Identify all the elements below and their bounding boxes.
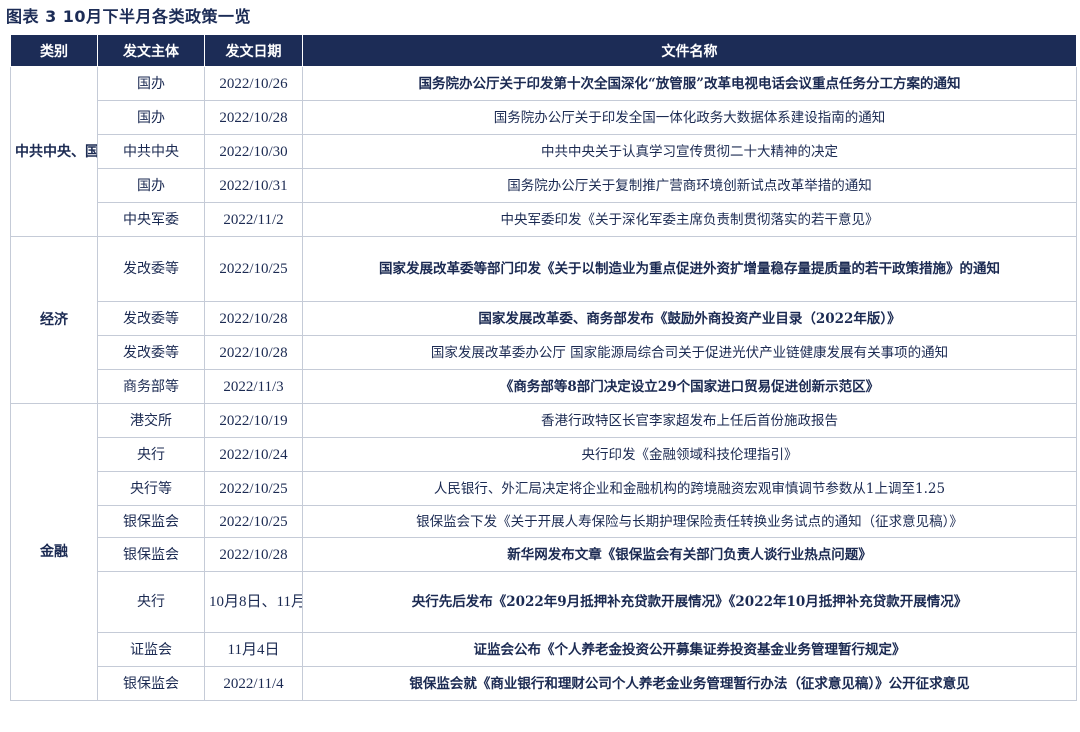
issuer-cell: 中共中央 xyxy=(97,134,205,169)
document-cell: 银保监会就《商业银行和理财公司个人养老金业务管理暂行办法（征求意见稿）》公开征求… xyxy=(302,666,1077,701)
issuer-cell: 银保监会 xyxy=(97,537,205,572)
document-cell: 央行先后发布《2022年9月抵押补充贷款开展情况》《2022年10月抵押补充贷款… xyxy=(302,571,1077,633)
issuer-cell: 央行 xyxy=(97,571,205,633)
date-cell: 2022/10/26 xyxy=(204,66,303,101)
header-issuer: 发文主体 xyxy=(97,34,205,67)
date-cell: 2022/10/25 xyxy=(204,505,303,538)
issuer-cell: 证监会 xyxy=(97,632,205,667)
figure-title: 图表 3 10月下半月各类政策一览 xyxy=(6,7,252,26)
table-row: 金融 港交所 2022/10/19 香港行政特区长官李家超发布上任后首份施政报告 xyxy=(10,403,1077,701)
table-row: 发改委等 2022/10/28 国家发展改革委、商务部发布《鼓励外商投资产业目录… xyxy=(11,301,1077,336)
document-cell: 中共中央关于认真学习宣传贯彻二十大精神的决定 xyxy=(302,134,1077,169)
document-cell: 国家发展改革委、商务部发布《鼓励外商投资产业目录（2022年版）》 xyxy=(302,301,1077,336)
issuer-cell: 发改委等 xyxy=(97,301,205,336)
header-date: 发文日期 xyxy=(204,34,303,67)
issuer-cell: 国办 xyxy=(97,66,205,101)
header-category: 类别 xyxy=(10,34,98,67)
date-cell: 2022/11/4 xyxy=(204,666,303,701)
date-cell: 2022/10/30 xyxy=(204,134,303,169)
table-row: 央行 10月8日、11月1日 央行先后发布《2022年9月抵押补充贷款开展情况》… xyxy=(11,571,1077,633)
table-row: 国办 2022/10/31 国务院办公厅关于复制推广营商环境创新试点改革举措的通… xyxy=(11,168,1077,203)
table-row: 银保监会 2022/10/28 新华网发布文章《银保监会有关部门负责人谈行业热点… xyxy=(11,537,1077,572)
document-cell: 证监会公布《个人养老金投资公开募集证券投资基金业务管理暂行规定》 xyxy=(302,632,1077,667)
document-cell: 人民银行、外汇局决定将企业和金融机构的跨境融资宏观审慎调节参数从1上调至1.25 xyxy=(302,471,1077,506)
document-cell: 新华网发布文章《银保监会有关部门负责人谈行业热点问题》 xyxy=(302,537,1077,572)
issuer-cell: 国办 xyxy=(97,100,205,135)
date-cell: 2022/10/28 xyxy=(204,335,303,370)
table-row: 央行 2022/10/24 央行印发《金融领域科技伦理指引》 xyxy=(11,437,1077,472)
document-cell: 国家发展改革委办公厅 国家能源局综合司关于促进光伏产业链健康发展有关事项的通知 xyxy=(302,335,1077,370)
issuer-cell: 商务部等 xyxy=(97,369,205,404)
date-cell: 2022/11/3 xyxy=(204,369,303,404)
table-row: 国办 2022/10/28 国务院办公厅关于印发全国一体化政务大数据体系建设指南… xyxy=(11,100,1077,135)
table-row: 中共中央 2022/10/30 中共中央关于认真学习宣传贯彻二十大精神的决定 xyxy=(11,134,1077,169)
issuer-cell: 国办 xyxy=(97,168,205,203)
issuer-cell: 央行 xyxy=(97,437,205,472)
document-cell: 香港行政特区长官李家超发布上任后首份施政报告 xyxy=(302,403,1077,438)
document-cell: 《商务部等8部门决定设立29个国家进口贸易促进创新示范区》 xyxy=(302,369,1077,404)
date-cell: 10月8日、11月1日 xyxy=(204,571,303,633)
issuer-cell: 银保监会 xyxy=(97,505,205,538)
category-cell: 经济 xyxy=(10,236,98,404)
table-row: 经济 发改委等 2022/10/25 国家发展改革委等部门印发《关于以制造业为重… xyxy=(10,236,1077,404)
date-cell: 11月4日 xyxy=(204,632,303,667)
document-cell: 国务院办公厅关于复制推广营商环境创新试点改革举措的通知 xyxy=(302,168,1077,203)
document-cell: 中央军委印发《关于深化军委主席负责制贯彻落实的若干意见》 xyxy=(302,202,1077,237)
table-row: 银保监会 2022/11/4 银保监会就《商业银行和理财公司个人养老金业务管理暂… xyxy=(11,666,1077,701)
table-row: 证监会 11月4日 证监会公布《个人养老金投资公开募集证券投资基金业务管理暂行规… xyxy=(11,632,1077,667)
category-cell: 金融 xyxy=(10,403,98,701)
issuer-cell: 发改委等 xyxy=(97,335,205,370)
category-cell: 中共中央、国务院 xyxy=(10,66,98,237)
table-row: 商务部等 2022/11/3 《商务部等8部门决定设立29个国家进口贸易促进创新… xyxy=(11,369,1077,404)
table-row: 发改委等 2022/10/28 国家发展改革委办公厅 国家能源局综合司关于促进光… xyxy=(11,335,1077,370)
table-header-row: 类别 发文主体 发文日期 文件名称 xyxy=(10,34,1077,67)
date-cell: 2022/10/19 xyxy=(204,403,303,438)
date-cell: 2022/10/25 xyxy=(204,236,303,302)
document-cell: 国务院办公厅关于印发第十次全国深化“放管服”改革电视电话会议重点任务分工方案的通… xyxy=(302,66,1077,101)
table-row: 中共中央、国务院 国办 2022/10/26 国务院办公厅关于印发第十次全国深化… xyxy=(10,66,1077,237)
table-row: 银保监会 2022/10/25 银保监会下发《关于开展人寿保险与长期护理保险责任… xyxy=(11,505,1077,538)
document-cell: 国务院办公厅关于印发全国一体化政务大数据体系建设指南的通知 xyxy=(302,100,1077,135)
date-cell: 2022/10/31 xyxy=(204,168,303,203)
document-cell: 国家发展改革委等部门印发《关于以制造业为重点促进外资扩增量稳存量提质量的若干政策… xyxy=(302,236,1077,302)
policy-table: 类别 发文主体 发文日期 文件名称 中共中央、国务院 国办 2022/10/26… xyxy=(10,34,1077,701)
header-document: 文件名称 xyxy=(302,34,1077,67)
issuer-cell: 发改委等 xyxy=(97,236,205,302)
issuer-cell: 银保监会 xyxy=(97,666,205,701)
table-row: 中央军委 2022/11/2 中央军委印发《关于深化军委主席负责制贯彻落实的若干… xyxy=(11,202,1077,237)
date-cell: 2022/10/28 xyxy=(204,301,303,336)
document-cell: 央行印发《金融领域科技伦理指引》 xyxy=(302,437,1077,472)
issuer-cell: 央行等 xyxy=(97,471,205,506)
document-cell: 银保监会下发《关于开展人寿保险与长期护理保险责任转换业务试点的通知（征求意见稿）… xyxy=(302,505,1077,538)
date-cell: 2022/11/2 xyxy=(204,202,303,237)
date-cell: 2022/10/28 xyxy=(204,537,303,572)
date-cell: 2022/10/25 xyxy=(204,471,303,506)
issuer-cell: 中央军委 xyxy=(97,202,205,237)
issuer-cell: 港交所 xyxy=(97,403,205,438)
table-row: 央行等 2022/10/25 人民银行、外汇局决定将企业和金融机构的跨境融资宏观… xyxy=(11,471,1077,506)
date-cell: 2022/10/24 xyxy=(204,437,303,472)
date-cell: 2022/10/28 xyxy=(204,100,303,135)
